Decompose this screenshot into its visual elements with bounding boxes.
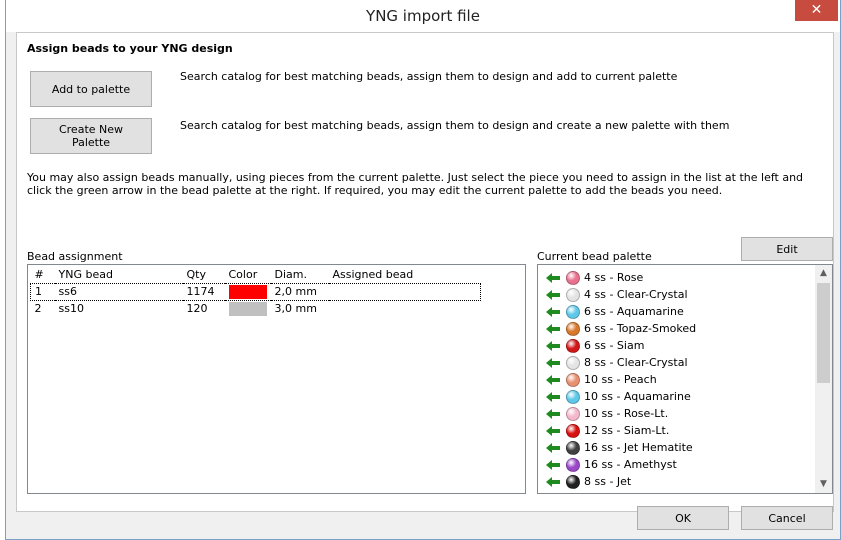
bead-icon: [566, 321, 580, 336]
palette-item-label: 6 ss - Siam: [584, 339, 645, 352]
palette-item[interactable]: 6 ss - Topaz-Smoked: [546, 320, 696, 337]
row-bead: ss10: [58, 302, 84, 316]
palette-item[interactable]: 6 ss - Siam: [546, 337, 644, 354]
bead-icon: [566, 389, 580, 404]
green-arrow-icon[interactable]: [546, 357, 560, 368]
dialog-window: YNG import file ✕ Assign beads to your Y…: [5, 0, 841, 540]
bead-assignment-label: Bead assignment: [27, 250, 123, 263]
bead-icon: [566, 440, 580, 455]
column-header-num[interactable]: #: [31, 267, 55, 283]
color-swatch: [228, 301, 267, 316]
create-new-palette-button[interactable]: Create New Palette: [30, 118, 152, 154]
info-text: You may also assign beads manually, usin…: [27, 171, 804, 197]
palette-item-label: 10 ss - Aquamarine: [584, 390, 691, 403]
palette-item[interactable]: 10 ss - Rose-Lt.: [546, 405, 668, 422]
palette-item[interactable]: 4 ss - Rose: [546, 269, 643, 286]
create-new-palette-description: Search catalog for best matching beads, …: [180, 119, 730, 132]
column-header-assigned[interactable]: Assigned bead: [329, 267, 481, 283]
scroll-down-icon[interactable]: ▼: [815, 476, 832, 493]
bead-icon: [566, 372, 580, 387]
cancel-button[interactable]: Cancel: [741, 506, 833, 530]
bead-icon: [566, 474, 580, 489]
column-header-qty[interactable]: Qty: [183, 267, 225, 283]
row-assigned: [328, 282, 481, 301]
palette-item-label: 8 ss - Clear-Crystal: [584, 356, 688, 369]
row-color: [224, 282, 271, 301]
palette-item[interactable]: 10 ss - Aquamarine: [546, 388, 691, 405]
green-arrow-icon[interactable]: [546, 272, 560, 283]
green-arrow-icon[interactable]: [546, 459, 560, 470]
row-diam: 2,0 mm: [270, 282, 329, 301]
palette-item-label: 16 ss - Jet Hematite: [584, 441, 693, 454]
green-arrow-icon[interactable]: [546, 374, 560, 385]
palette-item[interactable]: 8 ss - Jet: [546, 473, 631, 490]
palette-item[interactable]: 10 ss - Peach: [546, 371, 657, 388]
dialog-content: Assign beads to your YNG design Add to p…: [16, 32, 834, 512]
palette-item-label: 10 ss - Rose-Lt.: [584, 407, 669, 420]
green-arrow-icon[interactable]: [546, 408, 560, 419]
bead-icon: [566, 355, 580, 370]
palette-item-label: 16 ss - Amethyst: [584, 458, 677, 471]
palette-item[interactable]: 12 ss - Siam-Lt.: [546, 422, 669, 439]
palette-item-label: 4 ss - Clear-Crystal: [584, 288, 688, 301]
palette-list[interactable]: 4 ss - Rose 4 ss - Clear-Crystal 6 ss - Aq…: [537, 264, 833, 494]
bead-icon: [566, 457, 580, 472]
title-bar: YNG import file ✕: [6, 0, 840, 32]
color-swatch: [228, 284, 267, 299]
palette-item[interactable]: 4 ss - Clear-Crystal: [546, 286, 688, 303]
palette-item[interactable]: 16 ss - Amethyst: [546, 456, 677, 473]
scroll-up-icon[interactable]: ▲: [815, 265, 832, 282]
bead-icon: [566, 423, 580, 438]
column-header-diam[interactable]: Diam.: [271, 267, 329, 283]
green-arrow-icon[interactable]: [546, 442, 560, 453]
bead-icon: [566, 406, 580, 421]
scroll-thumb[interactable]: [817, 283, 830, 383]
palette-item-label: 4 ss - Rose: [584, 271, 644, 284]
bead-assignment-table: # YNG bead Qty Color Diam. Assigned bead…: [30, 267, 481, 317]
window-title: YNG import file: [366, 7, 480, 25]
bead-icon: [566, 338, 580, 353]
section-title: Assign beads to your YNG design: [27, 42, 233, 55]
green-arrow-icon[interactable]: [546, 340, 560, 351]
row-bead: ss6: [54, 282, 183, 301]
green-arrow-icon[interactable]: [546, 391, 560, 402]
green-arrow-icon[interactable]: [546, 323, 560, 334]
palette-item-label: 6 ss - Aquamarine: [584, 305, 684, 318]
green-arrow-icon[interactable]: [546, 476, 560, 487]
green-arrow-icon[interactable]: [546, 306, 560, 317]
ok-button[interactable]: OK: [637, 506, 729, 530]
row-num: 2: [34, 302, 42, 316]
bead-icon: [566, 270, 580, 285]
palette-item[interactable]: 16 ss - Jet Hematite: [546, 439, 693, 456]
row-diam: 3,0 mm: [274, 302, 317, 316]
bead-assignment-list[interactable]: # YNG bead Qty Color Diam. Assigned bead…: [27, 264, 526, 494]
row-qty: 1174: [182, 282, 225, 301]
palette-item[interactable]: 6 ss - Aquamarine: [546, 303, 684, 320]
add-to-palette-button[interactable]: Add to palette: [30, 71, 152, 107]
palette-item-label: 6 ss - Topaz-Smoked: [584, 322, 697, 335]
close-button[interactable]: ✕: [795, 0, 838, 21]
palette-item-label: 12 ss - Siam-Lt.: [584, 424, 670, 437]
row-num: 1: [30, 282, 55, 301]
palette-label: Current bead palette: [537, 250, 652, 263]
column-header-bead[interactable]: YNG bead: [55, 267, 183, 283]
column-header-color[interactable]: Color: [225, 267, 271, 283]
bead-icon: [566, 304, 580, 319]
bead-icon: [566, 287, 580, 302]
table-row[interactable]: 2 ss10 120 3,0 mm: [31, 300, 481, 317]
table-row[interactable]: 1 ss6 1174 2,0 mm: [30, 282, 481, 301]
row-qty: 120: [186, 302, 208, 316]
row-assigned: [329, 300, 481, 317]
add-to-palette-description: Search catalog for best matching beads, …: [180, 70, 678, 83]
palette-scrollbar[interactable]: ▲ ▼: [815, 265, 832, 493]
edit-palette-button[interactable]: Edit: [741, 237, 833, 261]
green-arrow-icon[interactable]: [546, 289, 560, 300]
table-header: # YNG bead Qty Color Diam. Assigned bead: [31, 267, 481, 283]
green-arrow-icon[interactable]: [546, 425, 560, 436]
palette-item[interactable]: 8 ss - Clear-Crystal: [546, 354, 688, 371]
palette-item-label: 10 ss - Peach: [584, 373, 657, 386]
row-color: [225, 300, 271, 317]
palette-item-label: 8 ss - Jet: [584, 475, 632, 488]
